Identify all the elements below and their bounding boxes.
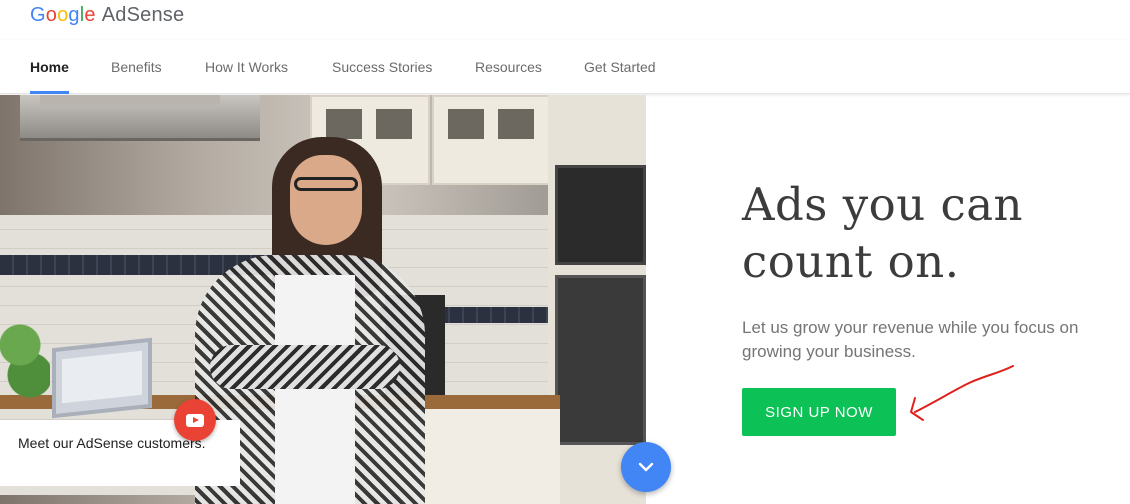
person-crossed-arms [210, 345, 400, 389]
cabinet-glass [326, 109, 362, 139]
logo-letter: o [57, 4, 69, 26]
play-video-button[interactable] [174, 399, 216, 441]
microwave [555, 165, 646, 265]
page-headline: Ads you can count on. [742, 176, 1102, 290]
google-wordmark: Google [30, 4, 96, 27]
annotation-arrow-icon [910, 365, 1014, 421]
range-hood-top [40, 95, 220, 105]
sign-up-now-button[interactable]: SIGN UP NOW [742, 388, 896, 436]
person-face [290, 155, 362, 245]
chevron-down-icon [638, 462, 654, 472]
cabinet-glass [448, 109, 484, 139]
logo-letter: G [30, 4, 46, 26]
product-name: AdSense [101, 4, 185, 26]
laptop [52, 337, 152, 419]
tab-resources[interactable]: Resources [475, 40, 542, 94]
youtube-play-icon [186, 413, 204, 427]
kitchen-cabinet [432, 95, 552, 185]
person-glasses [294, 177, 358, 191]
hero-subtext: Let us grow your revenue while you focus… [742, 318, 1079, 361]
logo-letter: o [45, 4, 58, 26]
google-adsense-logo[interactable]: Google AdSense [30, 4, 184, 30]
tab-benefits[interactable]: Benefits [111, 40, 162, 94]
tab-get-started[interactable]: Get Started [584, 40, 656, 94]
scroll-down-button[interactable] [621, 442, 671, 492]
laptop-screen [62, 350, 142, 404]
headline-line-1: Ads you can [742, 178, 1024, 231]
tab-how-it-works[interactable]: How It Works [205, 40, 288, 94]
tab-home[interactable]: Home [30, 40, 69, 94]
cabinet-glass [376, 109, 412, 139]
oven [555, 275, 646, 445]
logo-letter: e [84, 4, 96, 26]
main-nav: Home Benefits How It Works Success Stori… [0, 40, 1130, 94]
tab-success-stories[interactable]: Success Stories [332, 40, 432, 94]
cabinet-glass [498, 109, 534, 139]
logo-letter: g [68, 4, 80, 26]
person-shirt [275, 275, 355, 504]
plant [0, 305, 50, 405]
headline-line-2: count on. [742, 235, 960, 288]
